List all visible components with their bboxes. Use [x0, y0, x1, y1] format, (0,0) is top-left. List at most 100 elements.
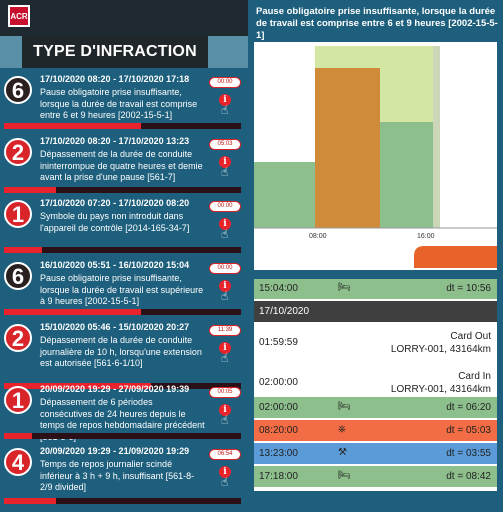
row-time: 17:18:00	[259, 470, 298, 482]
title-bar: TYPE D'INFRACTION	[0, 36, 248, 68]
card-event-type: Card Out	[450, 331, 491, 342]
date-header-row[interactable]: 17/10/2020	[254, 301, 497, 322]
infraction-description: Dépassement de la durée de conduite jour…	[40, 335, 202, 368]
activity-row[interactable]: 08:20:00 ⎈ dt = 05:03	[254, 420, 497, 441]
infraction-description: Pause obligatoire prise insuffisante, lo…	[40, 87, 198, 120]
tap-hand-icon: ☝	[221, 413, 229, 427]
row-duration: dt = 08:42	[446, 470, 491, 482]
row-time: 17/10/2020	[259, 305, 310, 317]
activity-row[interactable]: 13:23:00 ⚒ dt = 03:55	[254, 443, 497, 464]
infraction-dates: 20/09/2020 19:29 - 27/09/2020 19:39	[40, 384, 190, 394]
infraction-number-badge: 6	[4, 76, 32, 104]
tap-hand-icon: ☝	[221, 351, 229, 365]
duration-badge: 06:54	[209, 449, 241, 460]
steering-wheel-icon: ⎈	[338, 423, 346, 435]
infraction-dates: 16/10/2020 05:51 - 16/10/2020 15:04	[40, 260, 190, 270]
tap-hand-icon: ☝	[221, 227, 229, 241]
infraction-item[interactable]: 1 17/10/2020 07:20 - 17/10/2020 08:20 Symb…	[0, 198, 248, 258]
tap-hand-icon: ☝	[221, 103, 229, 117]
row-duration: dt = 06:20	[446, 401, 491, 413]
scrollbar[interactable]	[497, 278, 501, 478]
severity-bar	[4, 123, 241, 129]
activity-row[interactable]: 15:04:00 🛏 dt = 10:56	[254, 279, 497, 299]
chart-title: Pause obligatoire prise insuffisante, lo…	[256, 6, 498, 41]
detail-panel: Pause obligatoire prise insuffisante, lo…	[248, 0, 503, 512]
x-tick-label: 16:00	[417, 233, 435, 240]
duration-badge: 11:39	[209, 325, 241, 336]
infraction-dates: 20/09/2020 19:29 - 21/09/2020 19:29	[40, 446, 190, 456]
severity-bar-fill	[4, 309, 142, 315]
infraction-dates: 15/10/2020 05:46 - 15/10/2020 20:27	[40, 322, 190, 332]
severity-bar	[4, 433, 241, 439]
severity-bar-fill	[4, 187, 57, 193]
infraction-number-badge: 6	[4, 262, 32, 290]
infraction-description: Temps de repos journalier scindé inférie…	[40, 459, 195, 492]
severity-bar-fill	[4, 123, 142, 129]
severity-bar	[4, 187, 241, 193]
infraction-description: Dépassement de la durée de conduite inin…	[40, 149, 203, 182]
row-time: 08:20:00	[259, 424, 298, 436]
app-logo[interactable]: ACR	[8, 5, 30, 27]
row-duration: dt = 03:55	[446, 447, 491, 459]
rest-icon: 🛏	[338, 400, 351, 412]
activity-row[interactable]: 01:59:59 Card Out LORRY-001, 43164km	[254, 324, 497, 362]
card-event: Card In LORRY-001, 43164km	[391, 370, 491, 396]
row-duration: dt = 10:56	[446, 283, 491, 294]
infraction-number-badge: 4	[4, 448, 32, 476]
rest-block	[380, 122, 433, 228]
severity-bar	[4, 498, 241, 504]
card-event: Card Out LORRY-001, 43164km	[391, 330, 491, 356]
driving-time-bar	[414, 246, 497, 268]
severity-bar-fill	[4, 498, 57, 504]
card-event-type: Card In	[458, 371, 491, 382]
duration-badge: 00:00	[209, 201, 241, 212]
infraction-dates: 17/10/2020 07:20 - 17/10/2020 08:20	[40, 198, 190, 208]
infraction-panel: ACR TYPE D'INFRACTION 6 17/10/2020 08:20 …	[0, 0, 248, 512]
infraction-description: Pause obligatoire prise insuffisante, lo…	[40, 273, 204, 306]
duration-badge: 00:00	[209, 77, 241, 88]
infraction-description: Symbole du pays non introduit dans l'app…	[40, 211, 190, 233]
app-logo-text: ACR	[10, 11, 28, 21]
infraction-item[interactable]: 4 20/09/2020 19:29 - 21/09/2020 19:29 Temp…	[0, 446, 248, 506]
activity-row[interactable]: 02:00:00 🛏 dt = 06:20	[254, 397, 497, 418]
activity-chart[interactable]: 08:00 16:00	[254, 42, 497, 270]
row-duration: dt = 05:03	[446, 424, 491, 436]
row-time: 02:00:00	[259, 377, 298, 388]
duration-badge: 00:00	[209, 263, 241, 274]
rest-block-early	[254, 162, 315, 228]
tap-hand-icon: ☝	[221, 289, 229, 303]
infraction-number-badge: 2	[4, 138, 32, 166]
infraction-number-badge: 1	[4, 200, 32, 228]
row-time: 15:04:00	[259, 283, 298, 294]
top-bar: ACR	[0, 0, 248, 36]
rest-icon: 🛏	[338, 469, 351, 481]
severity-bar-fill	[4, 247, 42, 253]
infraction-dates: 17/10/2020 08:20 - 17/10/2020 17:18	[40, 74, 190, 84]
infraction-number-badge: 2	[4, 324, 32, 352]
card-event-vehicle: LORRY-001, 43164km	[390, 384, 491, 395]
row-time: 13:23:00	[259, 447, 298, 459]
driving-block	[315, 68, 380, 228]
chart-svg: 08:00 16:00	[254, 46, 497, 268]
duration-badge: 05:03	[209, 139, 241, 150]
rest-icon: 🛏	[338, 282, 351, 293]
duration-badge: 00:05	[209, 387, 241, 398]
card-event-vehicle: LORRY-001, 43164km	[390, 344, 491, 355]
activity-row[interactable]: 17:18:00 🛏 dt = 08:42	[254, 466, 497, 487]
infraction-item[interactable]: 2 17/10/2020 08:20 - 17/10/2020 13:23 Dépa…	[0, 136, 248, 196]
row-time: 01:59:59	[259, 337, 298, 348]
tap-hand-icon: ☝	[221, 165, 229, 179]
infraction-number-badge: 1	[4, 386, 32, 414]
infraction-item[interactable]: 1 20/09/2020 19:29 - 27/09/2020 19:39 Dépa…	[0, 384, 248, 444]
work-hammers-icon: ⚒	[338, 446, 347, 458]
activity-row[interactable]: 02:00:00 Card In LORRY-001, 43164km	[254, 364, 497, 395]
activity-table[interactable]: 15:04:00 🛏 dt = 10:56 17/10/2020 01:59:59 Car…	[254, 279, 497, 491]
infraction-item[interactable]: 6 16/10/2020 05:51 - 16/10/2020 15:04 Paus…	[0, 260, 248, 320]
page-title: TYPE D'INFRACTION	[22, 36, 208, 68]
row-time: 02:00:00	[259, 401, 298, 413]
period-end-marker	[433, 46, 440, 228]
infraction-dates: 17/10/2020 08:20 - 17/10/2020 13:23	[40, 136, 190, 146]
severity-bar	[4, 309, 241, 315]
infraction-item[interactable]: 6 17/10/2020 08:20 - 17/10/2020 17:18 Paus…	[0, 74, 248, 134]
infraction-item[interactable]: 2 15/10/2020 05:46 - 15/10/2020 20:27 Dépa…	[0, 322, 248, 389]
